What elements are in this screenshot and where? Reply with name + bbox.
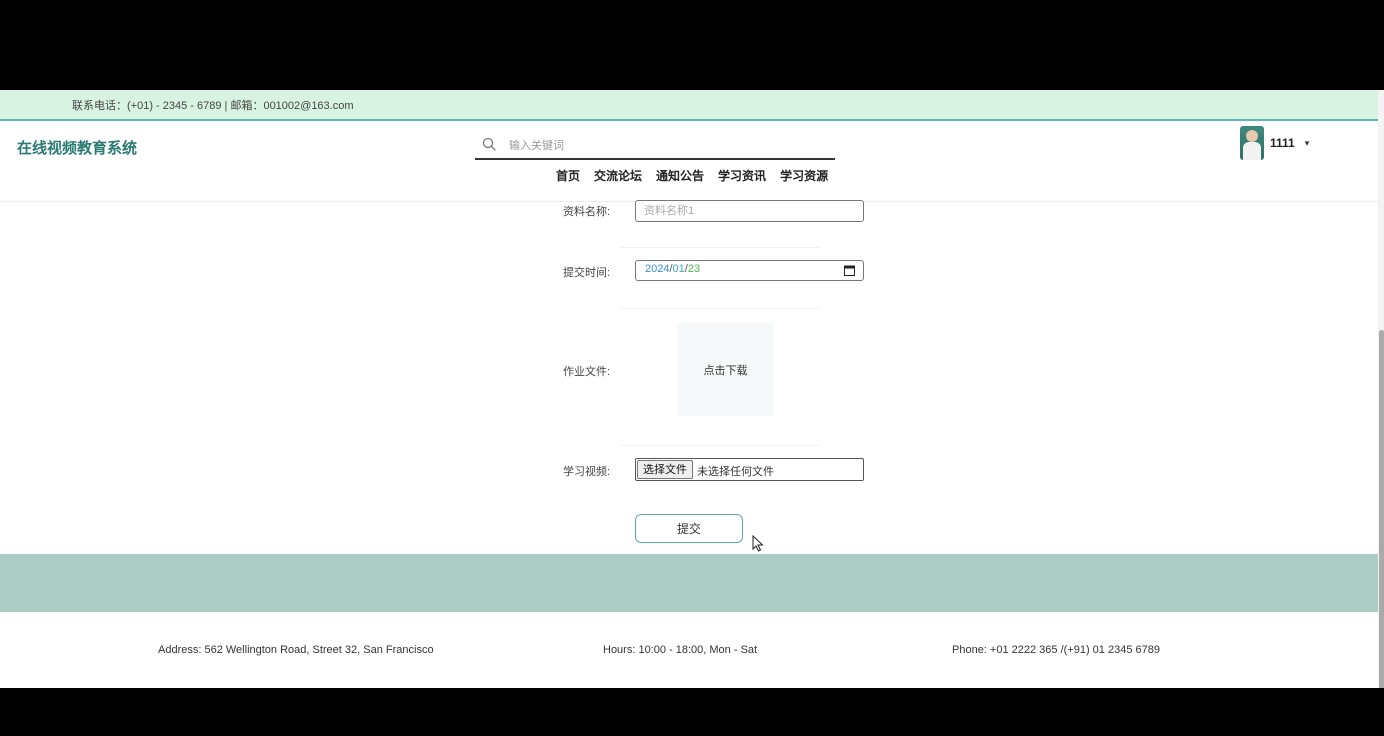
username[interactable]: 1111 [1270,136,1295,150]
divider [620,308,820,309]
divider [620,445,820,446]
site-header: 在线视频教育系统 首页 交流论坛 通知公告 学习资讯 学习资源 1111 ▾ [0,121,1384,202]
chevron-down-icon[interactable]: ▾ [1305,138,1310,149]
name-label: 资料名称: [563,206,611,218]
date-day: 23 [687,263,701,275]
avatar[interactable] [1240,126,1264,160]
browser-viewport: 联系电话：(+01) - 2345 - 6789 | 邮箱：001002@163… [0,90,1384,688]
search-input[interactable] [507,135,821,157]
footer-phone: Phone: +01 2222 365 /(+91) 01 2345 6789 [952,644,1160,656]
resource-name-input[interactable] [635,200,864,222]
nav-news[interactable]: 学习资讯 [718,167,766,184]
submit-button[interactable]: 提交 [635,514,743,543]
search-icon[interactable] [481,136,497,152]
footer-address: Address: 562 Wellington Road, Street 32,… [158,644,434,656]
homework-label: 作业文件: [563,366,611,378]
user-menu[interactable]: 1111 ▾ [1240,125,1309,161]
nav-home[interactable]: 首页 [556,167,580,184]
contact-info: 联系电话：(+01) - 2345 - 6789 | 邮箱：001002@163… [72,100,354,112]
download-text: 点击下载 [703,364,748,377]
contact-bar: 联系电话：(+01) - 2345 - 6789 | 邮箱：001002@163… [0,90,1384,121]
download-button[interactable]: 点击下载 [678,323,773,416]
mouse-cursor-icon [752,535,764,552]
file-status: 未选择任何文件 [697,466,774,478]
search-bar [475,132,835,160]
choose-file-button[interactable]: 选择文件 [637,460,693,479]
date-month: 01 [672,263,685,275]
divider [620,247,820,248]
submit-date-input[interactable]: 2024/01/23 [635,260,864,281]
video-label: 学习视频: [563,466,611,478]
date-label: 提交时间: [563,267,611,279]
nav-forum[interactable]: 交流论坛 [594,167,642,184]
calendar-icon[interactable] [844,265,855,276]
date-year: 2024 [645,263,670,275]
video-file-input[interactable]: 选择文件 未选择任何文件 [635,458,864,481]
footer-hours: Hours: 10:00 - 18:00, Mon - Sat [603,644,758,656]
nav-notices[interactable]: 通知公告 [656,167,704,184]
main-nav: 首页 交流论坛 通知公告 学习资讯 学习资源 [556,167,828,184]
footer-band [0,554,1378,612]
site-logo[interactable]: 在线视频教育系统 [17,137,137,158]
nav-resources[interactable]: 学习资源 [780,167,828,184]
scrollbar-thumb[interactable] [1379,330,1384,688]
